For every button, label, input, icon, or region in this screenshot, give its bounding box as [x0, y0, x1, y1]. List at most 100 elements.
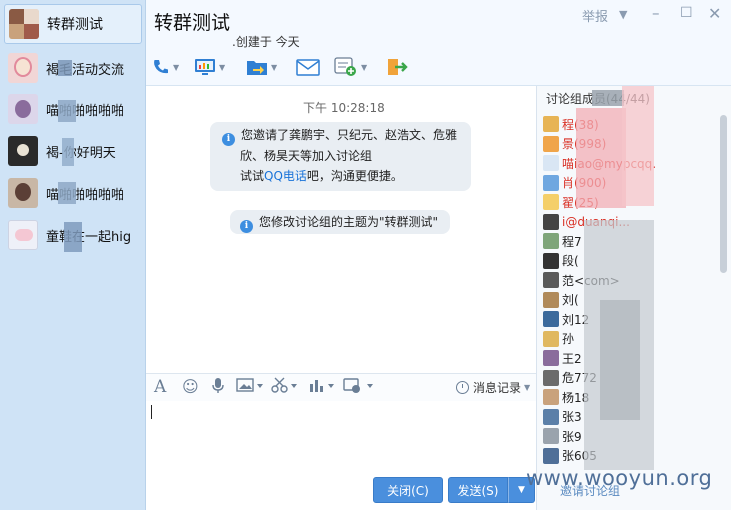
- system-notice-invite: i 您邀请了龚鹏宇、只纪元、赵浩文、危雅 欣、杨昊天等加入讨论组 试试QQ电话吧，…: [210, 122, 471, 191]
- privacy-mosaic: [592, 90, 624, 106]
- member-avatar: [543, 389, 559, 405]
- chevron-down-icon: ▼: [524, 383, 531, 392]
- member-name: 王2: [562, 351, 582, 366]
- privacy-mosaic: [576, 108, 626, 208]
- close-chat-button[interactable]: 关闭(C): [373, 477, 443, 503]
- rename-notice-text: 您修改讨论组的主题为"转群测试": [259, 215, 439, 229]
- member-avatar: [543, 428, 559, 444]
- member-avatar: [543, 194, 559, 210]
- maximize-icon[interactable]: ☐: [680, 5, 693, 21]
- avatar: [8, 178, 38, 208]
- avatar: [8, 53, 38, 83]
- member-avatar: [543, 350, 559, 366]
- chevron-down-icon: ▼: [271, 62, 278, 72]
- exit-group-button[interactable]: [386, 55, 408, 79]
- privacy-mosaic: [58, 182, 76, 204]
- conversation-item[interactable]: 褐毛活动交流: [4, 48, 142, 88]
- system-notice-rename: i 您修改讨论组的主题为"转群测试": [230, 210, 450, 234]
- member-item[interactable]: 杨18: [543, 387, 589, 407]
- apps-button[interactable]: ▼: [334, 55, 367, 79]
- mail-icon: [296, 59, 320, 76]
- privacy-mosaic: [62, 138, 74, 166]
- voice-icon[interactable]: [211, 377, 225, 398]
- group-title: 转群测试: [154, 12, 231, 34]
- clock-icon: [456, 381, 469, 394]
- exit-door-icon: [388, 59, 408, 75]
- conversation-name: 童鞋在一起hig: [46, 229, 132, 245]
- message-input[interactable]: [146, 401, 536, 474]
- screen-share-button[interactable]: ▼: [194, 55, 225, 79]
- message-history-button[interactable]: 消息记录 ▼: [456, 379, 530, 396]
- screenshot-scissors-icon[interactable]: [271, 377, 299, 397]
- info-icon: i: [222, 132, 235, 146]
- chart-bars-icon[interactable]: [308, 377, 336, 397]
- history-label: 消息记录: [473, 381, 522, 395]
- member-item[interactable]: 程7: [543, 231, 582, 251]
- email-button[interactable]: [296, 55, 320, 79]
- qq-call-link[interactable]: QQ电话: [264, 169, 307, 183]
- avatar: [8, 220, 38, 250]
- avatar: [8, 94, 38, 124]
- privacy-mosaic: [58, 60, 72, 76]
- member-avatar: [543, 233, 559, 249]
- monitor-icon: [195, 59, 215, 75]
- member-item[interactable]: 张3: [543, 407, 582, 427]
- invite-text-post: 吧，沟通更便捷。: [306, 168, 403, 183]
- member-avatar: [543, 252, 559, 269]
- folder-arrow-icon: [247, 61, 267, 75]
- member-avatar: [543, 408, 559, 425]
- conversation-item-active[interactable]: 转群测试: [4, 4, 142, 44]
- message-timestamp: 下午 10:28:18: [303, 101, 385, 115]
- member-name: 张3: [562, 410, 582, 424]
- member-avatar: [543, 291, 559, 308]
- member-item[interactable]: 张9: [543, 426, 582, 446]
- chevron-down-icon[interactable]: ▼: [619, 8, 627, 21]
- invite-text-pre: 试试: [240, 168, 265, 183]
- member-list-scrollbar[interactable]: [720, 115, 727, 273]
- member-avatar: [543, 213, 559, 230]
- member-name: 张9: [562, 429, 582, 444]
- member-item[interactable]: 刘(: [543, 290, 579, 310]
- phone-call-button[interactable]: ▼: [152, 55, 179, 79]
- chevron-down-icon: ▼: [219, 62, 226, 72]
- member-name: 程7: [562, 234, 582, 249]
- member-name: 孙: [562, 332, 575, 346]
- emoji-icon[interactable]: ☺: [182, 377, 199, 396]
- add-app-icon: [334, 57, 356, 76]
- invite-text-line2: 欣、杨昊天等加入讨论组: [240, 148, 373, 163]
- image-icon[interactable]: [236, 377, 264, 397]
- member-avatar: [543, 116, 559, 132]
- member-item[interactable]: 刘12: [543, 309, 589, 329]
- member-avatar: [543, 174, 559, 191]
- phone-icon: [154, 60, 168, 74]
- chevron-down-icon: ▼: [361, 62, 368, 72]
- member-name: 段(: [562, 254, 579, 268]
- minimize-icon[interactable]: –: [652, 4, 660, 22]
- more-tools-icon[interactable]: [343, 377, 375, 397]
- send-button[interactable]: 发送(S): [448, 477, 508, 503]
- member-avatar: [543, 447, 559, 464]
- member-avatar: [543, 272, 559, 288]
- member-avatar: [543, 135, 559, 152]
- member-avatar: [543, 311, 559, 327]
- group-avatar: [9, 9, 39, 39]
- conversation-name: 褐-你好明天: [46, 145, 116, 161]
- info-icon: i: [240, 219, 253, 233]
- member-item[interactable]: 王2: [543, 348, 582, 368]
- privacy-mosaic: [58, 100, 76, 122]
- close-icon[interactable]: ✕: [708, 4, 721, 23]
- member-avatar: [543, 330, 559, 347]
- report-button[interactable]: 举报: [582, 6, 608, 25]
- member-item[interactable]: 段(: [543, 251, 579, 271]
- avatar: [8, 136, 38, 166]
- privacy-mosaic: [600, 300, 640, 420]
- chevron-down-icon: ▼: [173, 62, 180, 72]
- file-transfer-button[interactable]: ▼: [246, 55, 277, 79]
- member-avatar: [543, 369, 559, 386]
- group-created-info: .创建于 今天: [232, 35, 300, 49]
- member-item[interactable]: 孙: [543, 329, 574, 349]
- invite-text-line1: 您邀请了龚鹏宇、只纪元、赵浩文、危雅: [241, 128, 458, 142]
- conversation-name: 转群测试: [47, 17, 103, 33]
- text-cursor: [151, 405, 152, 419]
- font-icon[interactable]: A: [154, 377, 166, 397]
